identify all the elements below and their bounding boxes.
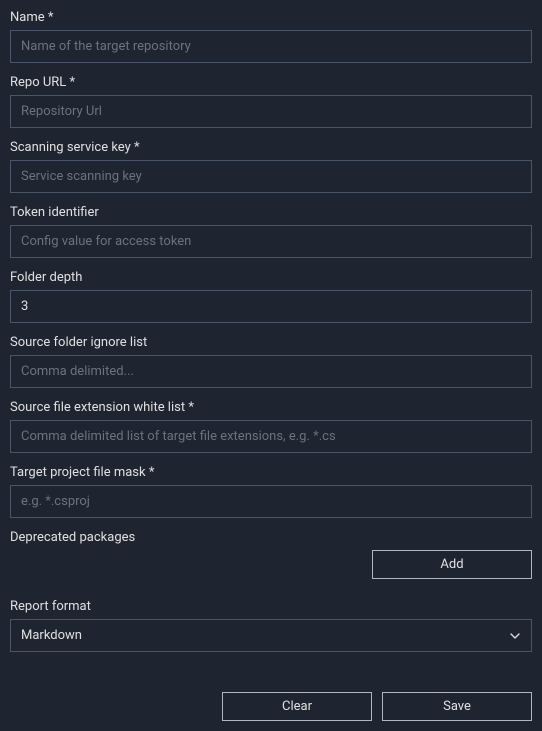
source-folder-ignore-label: Source folder ignore list xyxy=(10,335,532,350)
token-identifier-label: Token identifier xyxy=(10,205,532,220)
report-format-label: Report format xyxy=(10,599,532,614)
name-label: Name * xyxy=(10,10,532,25)
source-file-ext-whitelist-label: Source file extension white list * xyxy=(10,400,532,415)
deprecated-packages-label: Deprecated packages xyxy=(10,530,532,545)
scanning-service-key-input[interactable] xyxy=(10,160,532,193)
name-input[interactable] xyxy=(10,30,532,63)
add-button[interactable]: Add xyxy=(372,550,532,579)
source-file-ext-whitelist-input[interactable] xyxy=(10,420,532,453)
target-project-mask-input[interactable] xyxy=(10,485,532,518)
repo-url-label: Repo URL * xyxy=(10,75,532,90)
report-format-select[interactable]: Markdown xyxy=(10,619,532,652)
folder-depth-input[interactable] xyxy=(10,290,532,323)
token-identifier-input[interactable] xyxy=(10,225,532,258)
source-folder-ignore-input[interactable] xyxy=(10,355,532,388)
repo-url-input[interactable] xyxy=(10,95,532,128)
scanning-service-key-label: Scanning service key * xyxy=(10,140,532,155)
target-project-mask-label: Target project file mask * xyxy=(10,465,532,480)
folder-depth-label: Folder depth xyxy=(10,270,532,285)
